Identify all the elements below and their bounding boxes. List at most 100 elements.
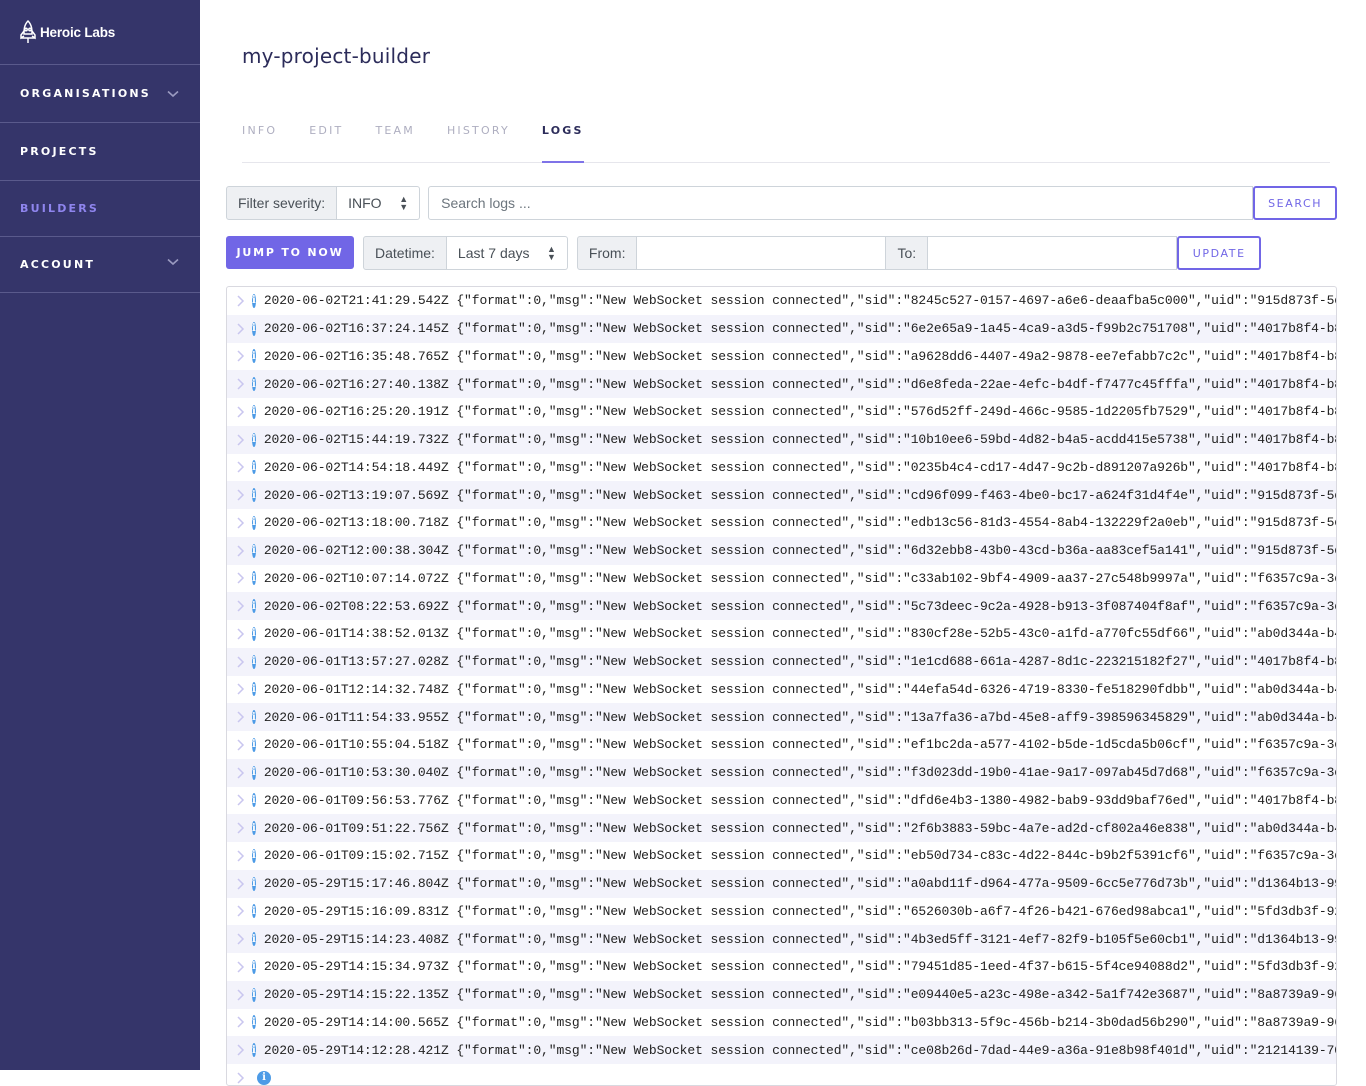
chevron-right-icon[interactable]	[236, 878, 245, 890]
log-text: 2020-06-01T11:54:33.955Z {"format":0,"ms…	[263, 709, 1336, 725]
info-icon: i	[252, 599, 256, 614]
log-text: 2020-06-02T16:25:20.191Z {"format":0,"ms…	[263, 404, 1336, 420]
log-row[interactable]: i 2020-06-02T16:27:40.138Z {"format":0,"m…	[227, 370, 1336, 398]
info-icon: i	[252, 488, 256, 503]
sidebar-item-builders[interactable]: BUILDERS	[0, 181, 200, 237]
log-row[interactable]: i 2020-06-02T16:37:24.145Z {"format":0,"m…	[227, 314, 1336, 343]
log-row[interactable]: i 2020-06-01T10:55:04.518Z {"format":0,"m…	[227, 731, 1336, 759]
to-input[interactable]	[928, 236, 1178, 270]
chevron-right-icon[interactable]	[236, 933, 245, 945]
log-row[interactable]: i 2020-06-02T08:22:53.692Z {"format":0,"m…	[227, 592, 1336, 620]
log-row[interactable]: i 2020-06-01T13:57:27.028Z {"format":0,"m…	[227, 647, 1336, 676]
info-icon: i	[252, 932, 256, 947]
info-icon: i	[252, 904, 256, 919]
from-input[interactable]	[637, 236, 887, 270]
chevron-right-icon[interactable]	[236, 378, 245, 390]
sidebar-item-label: ACCOUNT	[20, 258, 96, 271]
log-row[interactable]: i 2020-05-29T14:15:34.973Z {"format":0,"m…	[227, 953, 1336, 981]
sidebar: Heroic Labs ORGANISATIONS PROJECTS BUILD…	[0, 0, 200, 1070]
info-icon: i	[252, 1043, 256, 1058]
chevron-right-icon[interactable]	[236, 545, 245, 557]
chevron-right-icon[interactable]	[236, 656, 245, 668]
update-button[interactable]: UPDATE	[1177, 236, 1262, 270]
log-row[interactable]: i 2020-06-02T14:54:18.449Z {"format":0,"m…	[227, 454, 1336, 482]
log-row[interactable]: i 2020-06-02T21:41:29.542Z {"format":0,"m…	[227, 287, 1336, 315]
log-row[interactable]: i 2020-06-01T10:53:30.040Z {"format":0,"m…	[227, 758, 1336, 787]
tab-info[interactable]: INFO	[242, 112, 277, 163]
log-row[interactable]: i 2020-05-29T15:17:46.804Z {"format":0,"m…	[227, 869, 1336, 898]
log-text: 2020-06-02T16:27:40.138Z {"format":0,"ms…	[263, 376, 1336, 392]
log-row[interactable]: i 2020-06-02T13:19:07.569Z {"format":0,"m…	[227, 481, 1336, 509]
brand-name: Heroic Labs	[40, 24, 116, 40]
search-button[interactable]: SEARCH	[1253, 186, 1338, 220]
log-text: 2020-05-29T15:17:46.804Z {"format":0,"ms…	[263, 876, 1336, 892]
log-row[interactable]: i 2020-05-29T15:14:23.408Z {"format":0,"m…	[227, 925, 1336, 953]
chevron-right-icon[interactable]	[236, 905, 245, 917]
chevron-right-icon[interactable]	[236, 989, 245, 1001]
chevron-right-icon[interactable]	[236, 711, 245, 723]
chevron-right-icon[interactable]	[236, 767, 245, 779]
log-row[interactable]: i 2020-05-29T15:16:09.831Z {"format":0,"m…	[227, 898, 1336, 926]
log-row[interactable]: i 2020-06-01T09:51:22.756Z {"format":0,"m…	[227, 814, 1336, 842]
chevron-right-icon[interactable]	[236, 850, 245, 862]
log-row[interactable]: i 2020-05-29T14:15:22.135Z {"format":0,"m…	[227, 980, 1336, 1009]
tab-edit[interactable]: EDIT	[309, 112, 343, 163]
log-row[interactable]: i 2020-06-02T13:18:00.718Z {"format":0,"m…	[227, 509, 1336, 537]
log-row[interactable]: i 2020-06-02T15:44:19.732Z {"format":0,"m…	[227, 425, 1336, 454]
log-row[interactable]: i 2020-06-01T12:14:32.748Z {"format":0,"m…	[227, 676, 1336, 704]
log-text: 2020-06-01T12:14:32.748Z {"format":0,"ms…	[263, 681, 1336, 697]
chevron-right-icon[interactable]	[236, 600, 245, 612]
chevron-right-icon[interactable]	[236, 434, 245, 446]
log-text: 2020-06-01T09:15:02.715Z {"format":0,"ms…	[263, 848, 1336, 864]
sidebar-item-organisations[interactable]: ORGANISATIONS	[0, 65, 200, 123]
chevron-right-icon[interactable]	[236, 572, 245, 584]
info-icon: i	[252, 377, 256, 392]
datetime-label: Datetime:	[363, 236, 447, 270]
datetime-select[interactable]: Last 7 days ▲ ▼	[446, 236, 568, 270]
jump-to-now-button[interactable]: JUMP TO NOW	[226, 236, 354, 269]
brand-logo[interactable]: Heroic Labs	[0, 0, 200, 65]
chevron-right-icon[interactable]	[236, 822, 245, 834]
log-text: 2020-05-29T14:15:34.973Z {"format":0,"ms…	[263, 959, 1336, 975]
chevron-right-icon[interactable]	[236, 739, 245, 751]
tab-logs[interactable]: LOGS	[541, 112, 584, 163]
main-content: my-project-builder INFO EDIT TEAM HISTOR…	[200, 0, 1366, 1086]
chevron-right-icon[interactable]	[236, 961, 245, 973]
chevron-right-icon[interactable]	[236, 461, 245, 473]
severity-select[interactable]: INFO ▲ ▼	[337, 186, 421, 220]
log-row[interactable]: i 2020-06-01T09:56:53.776Z {"format":0,"m…	[227, 787, 1336, 815]
log-text: 2020-05-29T15:16:09.831Z {"format":0,"ms…	[263, 903, 1336, 919]
chevron-right-icon[interactable]	[236, 489, 245, 501]
search-input[interactable]	[428, 186, 1254, 220]
log-row[interactable]: i 2020-06-02T16:25:20.191Z {"format":0,"m…	[227, 398, 1336, 426]
log-row[interactable]: i	[227, 1064, 1336, 1085]
info-icon: i	[252, 987, 256, 1002]
chevron-right-icon[interactable]	[236, 628, 245, 640]
chevron-right-icon[interactable]	[236, 295, 245, 307]
log-row[interactable]: i 2020-06-02T16:35:48.765Z {"format":0,"m…	[227, 343, 1336, 371]
chevron-right-icon[interactable]	[236, 323, 245, 335]
chevron-right-icon[interactable]	[236, 406, 245, 418]
chevron-right-icon[interactable]	[236, 517, 245, 529]
chevron-right-icon[interactable]	[236, 1044, 245, 1056]
tab-history[interactable]: HISTORY	[447, 112, 510, 163]
log-list[interactable]: i 2020-06-02T21:41:29.542Z {"format":0,"m…	[226, 286, 1337, 1086]
log-text: 2020-06-02T15:44:19.732Z {"format":0,"ms…	[263, 432, 1336, 448]
chevron-right-icon[interactable]	[236, 1072, 250, 1084]
chevron-right-icon[interactable]	[236, 683, 245, 695]
log-row[interactable]: i 2020-06-02T10:07:14.072Z {"format":0,"m…	[227, 565, 1336, 593]
log-row[interactable]: i 2020-06-01T14:38:52.013Z {"format":0,"m…	[227, 620, 1336, 648]
chevron-right-icon[interactable]	[236, 1016, 245, 1028]
log-text: 2020-05-29T14:15:22.135Z {"format":0,"ms…	[263, 987, 1336, 1003]
chevron-right-icon[interactable]	[236, 350, 245, 362]
sidebar-item-projects[interactable]: PROJECTS	[0, 123, 200, 181]
log-row[interactable]: i 2020-06-02T12:00:38.304Z {"format":0,"m…	[227, 536, 1336, 565]
sidebar-item-account[interactable]: ACCOUNT	[0, 237, 200, 293]
tab-team[interactable]: TEAM	[375, 112, 415, 163]
log-row[interactable]: i 2020-06-01T09:15:02.715Z {"format":0,"m…	[227, 842, 1336, 870]
log-row[interactable]: i 2020-05-29T14:12:28.421Z {"format":0,"m…	[227, 1036, 1336, 1064]
log-text: 2020-06-01T10:53:30.040Z {"format":0,"ms…	[263, 765, 1336, 781]
log-row[interactable]: i 2020-06-01T11:54:33.955Z {"format":0,"m…	[227, 703, 1336, 731]
chevron-right-icon[interactable]	[236, 794, 245, 806]
log-row[interactable]: i 2020-05-29T14:14:00.565Z {"format":0,"m…	[227, 1009, 1336, 1037]
